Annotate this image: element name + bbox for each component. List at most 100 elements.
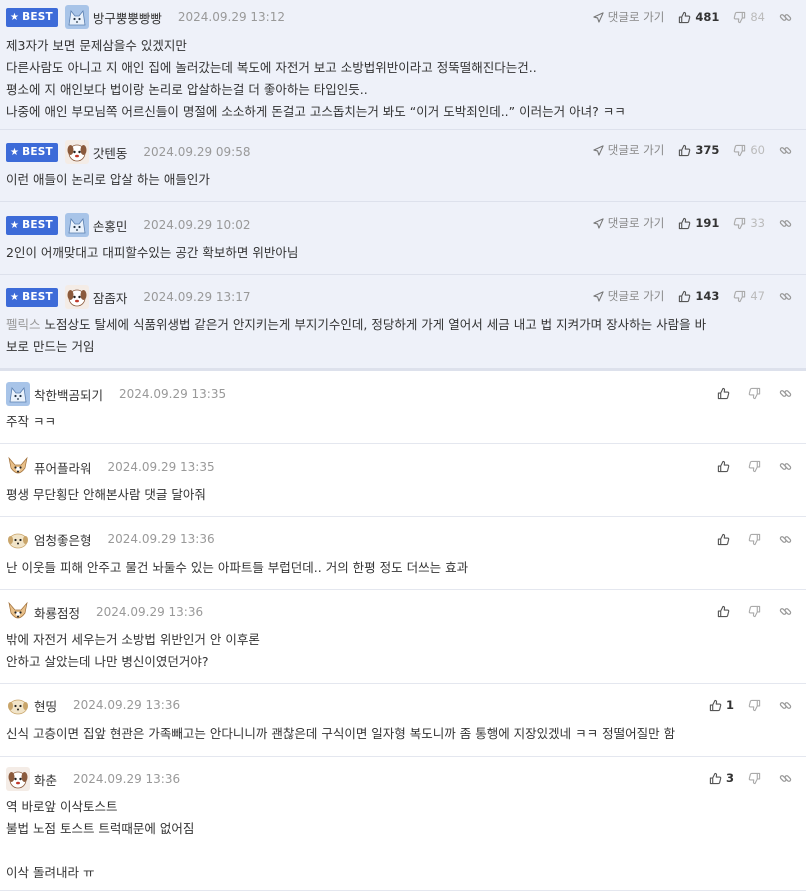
avatar-fox-icon[interactable] [6, 382, 30, 406]
share-button[interactable] [779, 387, 796, 400]
author-name[interactable]: 화룡점정 [34, 603, 80, 622]
downvote-button[interactable] [748, 460, 765, 473]
comment-body: 밖에 자전거 세우는거 소방법 위반인거 안 이후론 안하고 살았는데 나만 병신… [6, 629, 796, 673]
thumbs-up-icon [679, 144, 691, 156]
reply-link[interactable]: 댓글로 가기 [593, 215, 664, 231]
reply-label: 댓글로 가기 [607, 10, 665, 24]
comment-line: 제3자가 보면 문제삼을수 있겠지만 [6, 38, 187, 53]
downvote-button[interactable] [748, 387, 765, 400]
comment-actions: 댓글로 가기 143 47 [579, 286, 796, 306]
upvote-button[interactable]: 1 [709, 698, 734, 712]
author-name[interactable]: 방구뿡뿡빵빵 [93, 8, 162, 27]
best-comment-item: ★ BEST 잠좀자 2024.09.29 13:17 댓글로 가기 143 47… [0, 275, 806, 369]
reply-label: 댓글로 가기 [607, 289, 665, 303]
comment-header: 화춘 2024.09.29 13:36 [6, 767, 180, 791]
comment-header: 화룡점정 2024.09.29 13:36 [6, 600, 203, 624]
upvote-button[interactable] [717, 533, 734, 546]
author-name[interactable]: 갓텐동 [93, 143, 128, 162]
thumbs-down-icon [734, 290, 746, 302]
downvote-button[interactable] [748, 772, 765, 785]
thumbs-down-icon [734, 11, 746, 23]
best-label: BEST [22, 146, 53, 158]
thumbs-up-icon [717, 387, 730, 399]
author-name[interactable]: 잠좀자 [93, 288, 128, 307]
downvote-count: 84 [750, 10, 765, 24]
downvote-button[interactable] [748, 699, 765, 712]
thumbs-up-icon [679, 11, 691, 23]
upvote-button[interactable] [717, 387, 734, 400]
share-button[interactable] [779, 11, 796, 24]
share-button[interactable] [779, 772, 796, 785]
comment-line: 주작 ㅋㅋ [6, 414, 56, 429]
comment-actions: 1 [695, 695, 796, 715]
comment-date: 2024.09.29 13:17 [143, 290, 251, 304]
share-button[interactable] [779, 605, 796, 618]
thumbs-up-icon [679, 290, 691, 302]
author-name[interactable]: 착한백곰되기 [34, 385, 103, 404]
reply-link[interactable]: 댓글로 가기 [593, 9, 665, 25]
avatar-puppy-icon[interactable] [6, 527, 30, 551]
share-button[interactable] [779, 217, 796, 230]
downvote-button[interactable]: 47 [733, 289, 765, 303]
best-label: BEST [22, 11, 53, 23]
author-name[interactable]: 엄청좋은형 [34, 530, 92, 549]
thumbs-up-icon [709, 772, 722, 784]
comment-actions: 댓글로 가기 375 60 [579, 140, 796, 160]
reply-link[interactable]: 댓글로 가기 [593, 288, 665, 304]
reply-link[interactable]: 댓글로 가기 [593, 142, 665, 158]
paper-plane-icon [593, 11, 604, 23]
downvote-button[interactable] [748, 605, 765, 618]
comment-date: 2024.09.29 13:36 [73, 698, 181, 712]
comment-item: 화춘 2024.09.29 13:36 3 역 바로앞 이삭토스트 불법 노점 토… [0, 757, 806, 891]
comment-line: 보로 만드는 거임 [6, 339, 95, 354]
paper-plane-icon [593, 144, 604, 156]
downvote-button[interactable]: 33 [733, 216, 765, 230]
upvote-button[interactable]: 191 [678, 216, 719, 230]
downvote-button[interactable]: 84 [733, 10, 765, 24]
author-name[interactable]: 퓨어플라워 [34, 458, 92, 477]
share-button[interactable] [779, 290, 796, 303]
author-name[interactable]: 손홍민 [93, 216, 128, 235]
comment-body: 제3자가 보면 문제삼을수 있겠지만 다른사람도 아니고 지 애인 집에 놀러갔는… [6, 35, 796, 123]
mention-link[interactable]: 펠릭스 [6, 317, 41, 332]
avatar-dog-icon[interactable] [64, 140, 89, 164]
author-name[interactable]: 현띵 [34, 696, 57, 715]
avatar-chihuahua-icon[interactable] [6, 600, 30, 624]
thumbs-down-icon [748, 460, 761, 472]
upvote-button[interactable]: 3 [709, 771, 734, 785]
upvote-count: 191 [695, 216, 720, 230]
avatar-dog-icon[interactable] [64, 285, 89, 309]
comment-header: 퓨어플라워 2024.09.29 13:35 [6, 455, 215, 479]
avatar-chihuahua-icon[interactable] [6, 455, 30, 479]
upvote-button[interactable] [717, 460, 734, 473]
reply-label: 댓글로 가기 [607, 143, 665, 157]
upvote-button[interactable] [717, 605, 734, 618]
upvote-button[interactable]: 481 [678, 10, 719, 24]
downvote-button[interactable] [748, 533, 765, 546]
upvote-count: 143 [695, 289, 720, 303]
author-name[interactable]: 화춘 [34, 770, 57, 789]
downvote-button[interactable]: 60 [733, 143, 765, 157]
share-button[interactable] [779, 533, 796, 546]
upvote-count: 375 [695, 143, 720, 157]
avatar-fox-icon[interactable] [64, 5, 89, 29]
upvote-button[interactable]: 375 [678, 143, 719, 157]
comment-actions [703, 529, 796, 549]
comment-line [6, 840, 796, 862]
thumbs-up-icon [679, 217, 691, 229]
avatar-fox-icon[interactable] [64, 213, 89, 237]
upvote-button[interactable]: 143 [678, 289, 719, 303]
avatar-puppy-icon[interactable] [6, 693, 30, 717]
comment-body: 이런 애들이 논리로 압살 하는 애들인가 [6, 169, 796, 191]
comment-actions [703, 383, 796, 403]
comment-body: 주작 ㅋㅋ [6, 411, 796, 433]
avatar-dog-icon[interactable] [6, 767, 30, 791]
thumbs-up-icon [717, 460, 730, 472]
thumbs-up-icon [717, 605, 730, 617]
share-button[interactable] [779, 699, 796, 712]
thumbs-up-icon [717, 533, 730, 545]
comment-header: ★ BEST 잠좀자 2024.09.29 13:17 [6, 285, 251, 309]
share-button[interactable] [779, 144, 796, 157]
share-button[interactable] [779, 460, 796, 473]
comment-date: 2024.09.29 13:35 [107, 460, 215, 474]
